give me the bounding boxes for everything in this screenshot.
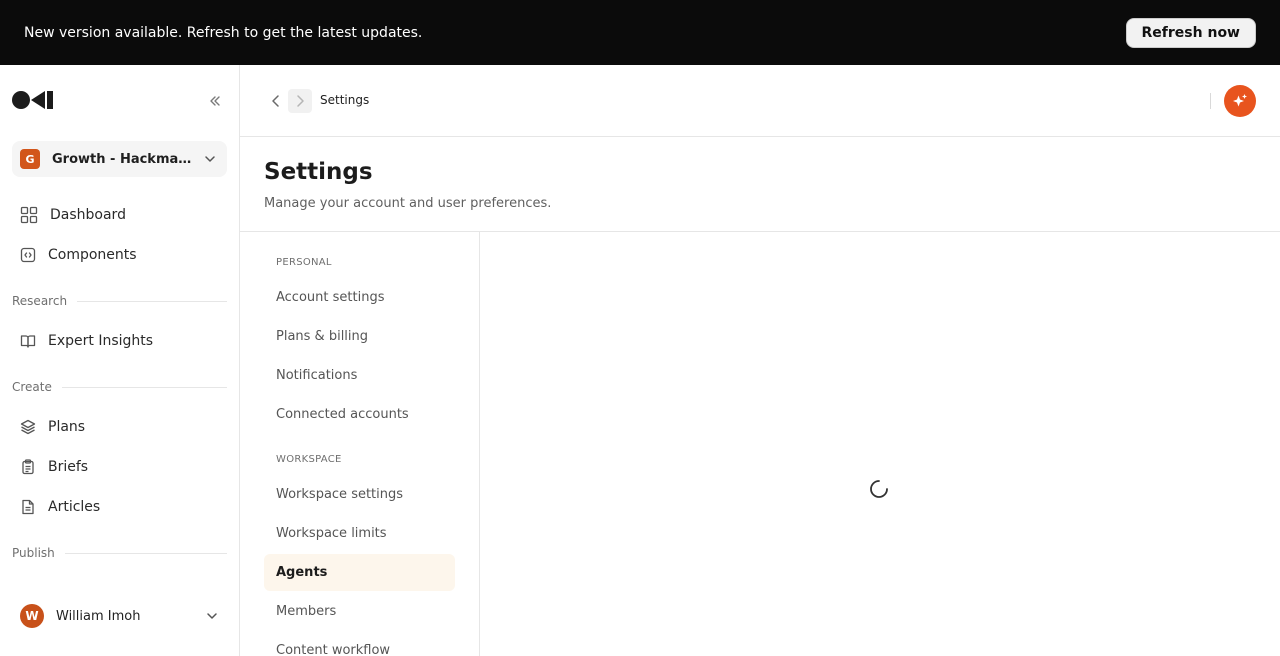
settings-item-workspace-limits[interactable]: Workspace limits: [264, 515, 455, 552]
settings-section-personal: PERSONAL: [276, 257, 332, 268]
banner-message: New version available. Refresh to get th…: [24, 24, 423, 41]
workspace-badge: G: [20, 149, 40, 169]
section-label-research: Research: [12, 294, 227, 308]
settings-section-workspace: WORKSPACE: [276, 454, 342, 465]
sidebar: G Growth - Hackmamba Dashboard Component…: [0, 65, 240, 656]
sidebar-item-expert-insights[interactable]: Expert Insights: [12, 324, 227, 358]
settings-item-workspace-settings[interactable]: Workspace settings: [264, 476, 455, 513]
update-banner: New version available. Refresh to get th…: [0, 0, 1280, 65]
sidebar-item-components[interactable]: Components: [12, 238, 227, 272]
chevron-right-icon: [297, 95, 304, 107]
page-title: Settings: [264, 159, 373, 185]
loading-spinner-icon: [870, 480, 888, 498]
chevron-down-icon: [205, 156, 215, 162]
workspace-switcher[interactable]: G Growth - Hackmamba: [12, 141, 227, 177]
settings-item-plans-billing[interactable]: Plans & billing: [264, 318, 455, 355]
clipboard-icon: [22, 459, 34, 475]
code-box-icon: [20, 247, 36, 263]
breadcrumb: Settings: [320, 93, 370, 107]
topbar: Settings: [240, 65, 1280, 137]
collapse-sidebar-button[interactable]: [204, 91, 226, 111]
sidebar-item-dashboard[interactable]: Dashboard: [12, 198, 227, 232]
workspace-name: Growth - Hackmamba: [52, 151, 194, 167]
sidebar-item-articles[interactable]: Articles: [12, 490, 227, 524]
user-name: William Imoh: [56, 608, 141, 624]
sidebar-item-label: Components: [48, 247, 137, 263]
sidebar-item-label: Expert Insights: [48, 333, 154, 349]
section-label-create: Create: [12, 380, 227, 394]
sidebar-item-label: Briefs: [48, 459, 89, 475]
settings-nav: PERSONAL Account settings Plans & billin…: [240, 232, 480, 656]
book-open-icon: [20, 335, 36, 348]
user-menu[interactable]: W William Imoh: [12, 601, 227, 631]
ai-assistant-button[interactable]: [1224, 85, 1256, 117]
settings-content: [480, 232, 1280, 656]
sidebar-item-label: Dashboard: [50, 207, 126, 223]
app-logo[interactable]: [12, 91, 53, 109]
refresh-now-button[interactable]: Refresh now: [1125, 17, 1256, 48]
section-label-publish: Publish: [12, 546, 227, 560]
sidebar-item-label: Articles: [48, 499, 101, 515]
grid-icon: [20, 206, 38, 224]
sidebar-item-plans[interactable]: Plans: [12, 410, 227, 444]
settings-item-notifications[interactable]: Notifications: [264, 357, 455, 394]
chevron-down-icon: [207, 613, 217, 619]
sidebar-item-label: Plans: [48, 419, 86, 435]
layers-icon: [20, 419, 36, 435]
settings-item-connected-accounts[interactable]: Connected accounts: [264, 396, 455, 433]
settings-item-content-workflow[interactable]: Content workflow: [264, 632, 455, 656]
divider: [1210, 93, 1211, 109]
page-subtitle: Manage your account and user preferences…: [264, 196, 552, 211]
settings-item-members[interactable]: Members: [264, 593, 455, 630]
chevron-left-icon: [272, 95, 279, 107]
forward-button[interactable]: [288, 89, 312, 113]
avatar: W: [20, 604, 44, 628]
sidebar-item-briefs[interactable]: Briefs: [12, 450, 227, 484]
back-button[interactable]: [266, 90, 286, 112]
sparkle-icon: [1233, 94, 1247, 107]
settings-item-account-settings[interactable]: Account settings: [264, 279, 455, 316]
file-text-icon: [22, 499, 34, 515]
chevrons-left-icon: [210, 96, 220, 106]
settings-item-agents[interactable]: Agents: [264, 554, 455, 591]
page-header: Settings Manage your account and user pr…: [240, 137, 1280, 232]
